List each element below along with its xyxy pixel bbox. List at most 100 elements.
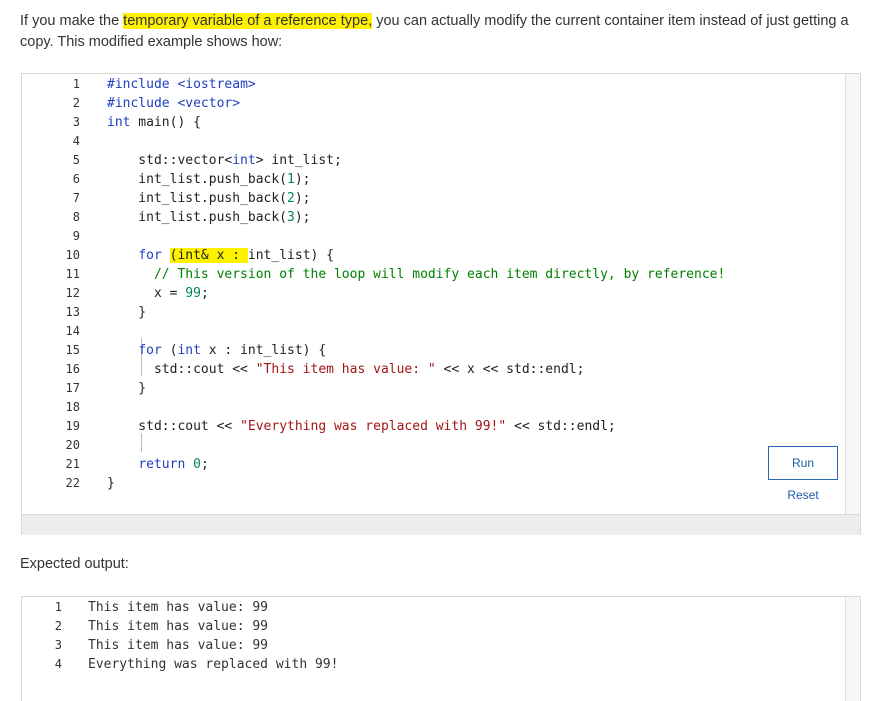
code-token: "This item has value: " (255, 362, 436, 377)
code-text[interactable]: int_list.push_back(1); (107, 170, 311, 189)
code-token: for (138, 343, 162, 358)
code-token: main() { (130, 115, 201, 130)
intro-highlight: temporary variable of a reference type, (123, 13, 373, 29)
code-token: std::vector< (107, 153, 233, 168)
line-number: 7 (72, 191, 80, 205)
code-token: (int& x : (169, 248, 248, 263)
code-token: <iostream> (177, 77, 256, 92)
line-number: 9 (72, 229, 80, 243)
code-token: x = (107, 286, 186, 301)
code-text[interactable]: #include <iostream> (107, 75, 256, 94)
expected-output-label: Expected output: (20, 556, 129, 572)
code-text[interactable]: int main() { (107, 113, 201, 132)
line-number: 19 (65, 419, 80, 433)
code-token: ); (294, 210, 311, 225)
code-token: << std::endl; (506, 419, 616, 434)
code-text[interactable]: return 0; (107, 455, 209, 474)
code-token: int_list.push_back( (107, 191, 288, 206)
output-line-number: 1 (54, 600, 62, 614)
output-scrollbar[interactable] (845, 597, 860, 701)
code-text[interactable]: // This version of the loop will modify … (107, 265, 725, 284)
code-token: x : int_list) { (200, 343, 327, 358)
line-number: 20 (65, 438, 80, 452)
code-token: > int_list; (255, 153, 342, 168)
line-number: 21 (65, 457, 80, 471)
code-token: for (138, 248, 162, 263)
output-line-number: 4 (54, 657, 62, 671)
intro-paragraph: If you make the temporary variable of a … (20, 11, 876, 53)
code-token: int_list.push_back( (107, 210, 288, 225)
line-number: 2 (72, 96, 80, 110)
line-number: 1 (72, 77, 80, 91)
line-number: 22 (65, 476, 80, 490)
code-token: ( (161, 343, 178, 358)
code-token: return (138, 457, 186, 472)
code-token: int_list) { (247, 248, 334, 263)
code-text[interactable]: std::cout << "This item has value: " << … (107, 360, 585, 379)
code-text[interactable]: x = 99; (107, 284, 209, 303)
code-token: std::cout << (107, 419, 241, 434)
code-text[interactable]: #include <vector> (107, 94, 240, 113)
code-text[interactable]: std::cout << "Everything was replaced wi… (107, 417, 616, 436)
code-area[interactable]: 1 #include <iostream> 2 #include <vector> 3 i… (22, 74, 845, 514)
code-text[interactable]: } (107, 303, 146, 322)
code-token: 0 (193, 457, 201, 472)
line-number: 13 (65, 305, 80, 319)
code-text[interactable]: std::vector<int> int_list; (107, 151, 342, 170)
code-token: #include (107, 96, 178, 111)
code-token: ); (294, 191, 311, 206)
code-token: 3 (287, 210, 295, 225)
output-line-text: This item has value: 99 (88, 619, 269, 634)
output-line-text: Everything was replaced with 99! (88, 657, 339, 672)
code-text[interactable]: } (107, 474, 115, 493)
code-text[interactable]: int_list.push_back(3); (107, 208, 311, 227)
code-token: int_list.push_back( (107, 172, 288, 187)
code-token: } (107, 381, 147, 396)
code-token: ; (200, 457, 209, 472)
run-button[interactable]: Run (768, 446, 838, 480)
code-token: } (107, 305, 147, 320)
code-token: 99 (185, 286, 201, 301)
code-token: } (107, 476, 115, 491)
line-number: 15 (65, 343, 80, 357)
code-token: << x << std::endl; (435, 362, 585, 377)
code-text[interactable]: for (int& x : int_list) { (107, 246, 334, 265)
output-line-text: This item has value: 99 (88, 600, 269, 615)
code-token: ); (294, 172, 311, 187)
code-text[interactable]: int_list.push_back(2); (107, 189, 311, 208)
code-token: <vector> (177, 96, 241, 111)
code-token: int (177, 343, 201, 358)
code-token: 2 (287, 191, 295, 206)
code-token: "Everything was replaced with 99!" (240, 419, 507, 434)
code-token: #include (107, 77, 178, 92)
code-token: int (107, 115, 131, 130)
reset-link[interactable]: Reset (768, 488, 838, 502)
line-number: 11 (65, 267, 80, 281)
code-token: int (232, 153, 256, 168)
line-number: 8 (72, 210, 80, 224)
editor-scrollbar[interactable] (845, 74, 860, 514)
line-number: 6 (72, 172, 80, 186)
output-line-number: 3 (54, 638, 62, 652)
code-text[interactable]: } (107, 379, 146, 398)
output-line-text: This item has value: 99 (88, 638, 269, 653)
code-token: 1 (287, 172, 295, 187)
expected-output-panel: 1 This item has value: 99 2 This item has v… (21, 596, 861, 701)
code-text[interactable]: for (int x : int_list) { (107, 341, 326, 360)
line-number: 14 (65, 324, 80, 338)
code-token: ; (200, 286, 209, 301)
editor-horizontal-scrollbar[interactable] (22, 514, 860, 535)
line-number: 17 (65, 381, 80, 395)
line-number: 10 (65, 248, 80, 262)
line-number: 4 (72, 134, 80, 148)
code-editor[interactable]: 1 #include <iostream> 2 #include <vector> 3 i… (21, 73, 861, 535)
line-number: 3 (72, 115, 80, 129)
line-number: 5 (72, 153, 80, 167)
output-line-number: 2 (54, 619, 62, 633)
line-number: 16 (65, 362, 80, 376)
intro-text-before: If you make the (20, 13, 124, 29)
